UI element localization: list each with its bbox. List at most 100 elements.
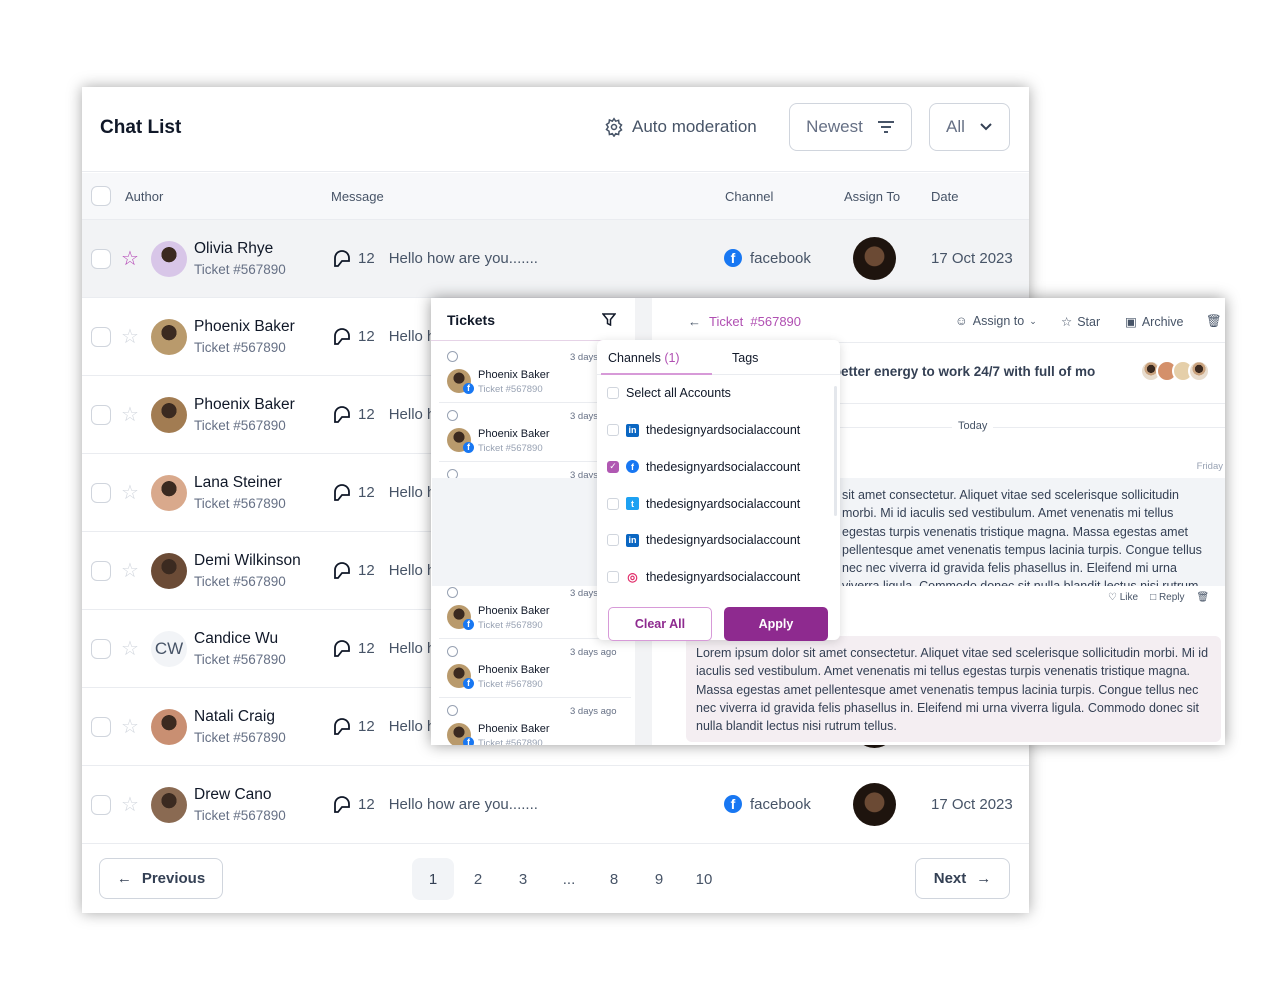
checkbox[interactable] <box>607 387 619 399</box>
arrow-right-icon: → <box>976 870 992 887</box>
star-icon[interactable]: ☆ <box>121 714 139 739</box>
star-icon: ☆ <box>1061 315 1073 329</box>
message-preview[interactable]: Hello how are you....... <box>389 250 538 267</box>
page-10[interactable]: 10 <box>683 858 725 900</box>
avatar <box>151 319 187 355</box>
trash-icon[interactable]: 🗑 <box>1197 592 1210 603</box>
star-button[interactable]: ☆ Star <box>1061 314 1101 330</box>
ticket-item[interactable]: 3 days ago f Phoenix Baker Ticket #56789… <box>439 698 631 745</box>
page-8[interactable]: 8 <box>593 858 635 900</box>
message-preview[interactable]: Hello how are you....... <box>389 796 538 813</box>
like-button[interactable]: ♡ Like <box>1108 592 1138 603</box>
row-checkbox[interactable] <box>91 249 111 269</box>
checkbox[interactable] <box>607 424 619 436</box>
account-option[interactable]: t thedesignyardsocialaccount <box>607 497 800 511</box>
delete-button[interactable]: 🗑 <box>1206 314 1222 329</box>
back-to-tickets[interactable]: ← Ticket #567890 <box>688 314 801 329</box>
filter-dropdown[interactable]: All <box>929 103 1010 151</box>
page-3[interactable]: 3 <box>502 858 544 900</box>
checkbox[interactable] <box>607 534 619 547</box>
ticket-number: Ticket #567890 <box>478 443 543 454</box>
row-checkbox[interactable] <box>91 795 111 815</box>
checkbox[interactable] <box>607 571 619 584</box>
star-icon[interactable]: ☆ <box>121 558 139 583</box>
select-all-checkbox[interactable] <box>91 186 111 206</box>
row-checkbox[interactable] <box>91 639 111 659</box>
message-count: 12 <box>358 249 375 267</box>
star-icon[interactable]: ☆ <box>121 324 139 349</box>
apply-button[interactable]: Apply <box>724 607 828 641</box>
account-option[interactable]: in thedesignyardsocialaccount <box>607 423 800 437</box>
column-message[interactable]: Message <box>331 189 384 204</box>
status-icon <box>447 351 458 362</box>
page-9[interactable]: 9 <box>638 858 680 900</box>
star-icon[interactable]: ☆ <box>121 792 139 817</box>
column-date[interactable]: Date <box>931 189 958 204</box>
account-label: thedesignyardsocialaccount <box>646 570 801 585</box>
select-all-label: Select all Accounts <box>626 386 731 400</box>
channel-name: facebook <box>750 795 811 813</box>
star-icon[interactable]: ☆ <box>121 402 139 427</box>
header: Chat List Auto moderation Newest All <box>82 87 1029 172</box>
message-count: 12 <box>358 795 375 813</box>
tab-channels[interactable]: Channels (1) <box>608 351 680 365</box>
reply-button[interactable]: □ Reply <box>1150 592 1184 603</box>
row-checkbox[interactable] <box>91 717 111 737</box>
chat-bubble-icon <box>334 406 350 423</box>
column-assign-to[interactable]: Assign To <box>844 189 900 204</box>
account-option[interactable]: ✓ f thedesignyardsocialaccount <box>607 460 800 474</box>
tickets-title: Tickets <box>447 312 495 328</box>
instagram-icon: ◎ <box>626 570 639 585</box>
previous-label: Previous <box>141 870 206 887</box>
column-channel[interactable]: Channel <box>725 189 773 204</box>
date: 17 Oct 2023 <box>931 796 1013 813</box>
facebook-icon: f <box>463 383 474 394</box>
star-icon[interactable]: ☆ <box>121 480 139 505</box>
checkbox-checked[interactable]: ✓ <box>607 460 619 473</box>
table-row[interactable]: ☆ Drew Cano Ticket #567890 12 Hello how a… <box>82 766 1029 844</box>
assignee-avatar[interactable] <box>853 237 896 280</box>
filter-button[interactable] <box>596 307 621 332</box>
next-button[interactable]: Next → <box>915 858 1010 899</box>
ticket-author: Phoenix Baker <box>478 664 550 676</box>
facebook-icon: f <box>724 795 742 813</box>
column-author[interactable]: Author <box>125 189 163 204</box>
tab-tags[interactable]: Tags <box>732 351 758 365</box>
row-checkbox[interactable] <box>91 483 111 503</box>
account-option[interactable]: ◎ thedesignyardsocialaccount <box>607 570 800 584</box>
linkedin-icon: in <box>626 423 639 437</box>
assign-to-button[interactable]: ☺ Assign to ⌄ <box>955 314 1037 328</box>
row-checkbox[interactable] <box>91 561 111 581</box>
chat-bubble-icon <box>334 796 350 813</box>
star-icon[interactable]: ☆ <box>121 246 139 271</box>
scrollbar[interactable] <box>834 386 837 516</box>
twitter-icon: t <box>626 497 639 511</box>
author-name: Demi Wilkinson <box>194 552 301 569</box>
page-2[interactable]: 2 <box>457 858 499 900</box>
message-count: 12 <box>358 639 375 657</box>
auto-moderation-button[interactable]: Auto moderation <box>604 117 757 137</box>
star-icon[interactable]: ☆ <box>121 636 139 661</box>
ticket-number: Ticket #567890 <box>194 652 286 667</box>
sort-dropdown[interactable]: Newest <box>789 103 912 151</box>
account-option[interactable]: in thedesignyardsocialaccount <box>607 533 800 547</box>
ticket-item[interactable]: 3 days ago f Phoenix Baker Ticket #56789… <box>439 639 631 698</box>
archive-button[interactable]: ▣ Archive <box>1125 314 1184 330</box>
page-1[interactable]: 1 <box>412 858 454 900</box>
ticket-number: Ticket #567890 <box>478 679 543 690</box>
star-label: Star <box>1077 314 1101 329</box>
avatar <box>151 397 187 433</box>
checkbox[interactable] <box>607 497 619 510</box>
row-checkbox[interactable] <box>91 327 111 347</box>
row-checkbox[interactable] <box>91 405 111 425</box>
channel-filter-dropdown: Channels (1) Tags Select all Accounts in… <box>597 340 840 641</box>
select-all-accounts[interactable]: Select all Accounts <box>607 386 731 400</box>
assignee-avatar[interactable] <box>853 783 896 826</box>
ticket-title: Ticket #567890 <box>709 314 802 329</box>
trash-icon: 🗑 <box>1206 314 1222 328</box>
assign-label: Assign to <box>972 314 1025 328</box>
page-ellipsis: ... <box>562 870 576 888</box>
clear-all-button[interactable]: Clear All <box>608 607 712 641</box>
table-row[interactable]: ☆ Olivia Rhye Ticket #567890 12 Hello how… <box>82 220 1029 298</box>
previous-button[interactable]: ← Previous <box>99 858 223 899</box>
